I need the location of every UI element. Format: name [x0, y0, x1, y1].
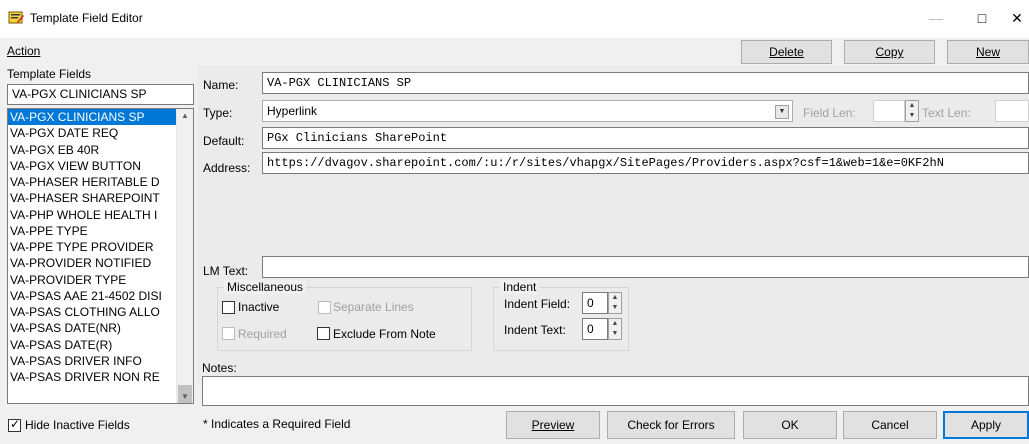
scroll-up-icon[interactable]: ▲ [177, 111, 193, 120]
required-checkbox[interactable] [222, 327, 235, 340]
address-label: Address: [203, 161, 251, 175]
list-item[interactable]: VA-PSAS AAE 21-4502 DISI [8, 288, 176, 304]
name-field[interactable]: VA-PGX CLINICIANS SP [262, 72, 1029, 94]
check-mark-icon: ✓ [10, 417, 21, 431]
minimize-button[interactable]: — [913, 0, 959, 36]
name-label: Name: [203, 78, 239, 92]
lm-text-label: LM Text: [203, 264, 249, 278]
hide-inactive-checkbox[interactable]: ✓ [8, 417, 21, 432]
menu-action[interactable]: Action [7, 44, 40, 58]
list-item[interactable]: VA-PROVIDER NOTIFIED [8, 255, 176, 271]
template-field-editor-window: Template Field Editor — □ ✕ Action Delet… [0, 0, 1029, 444]
list-item[interactable]: VA-PSAS DRIVER INFO [8, 353, 176, 369]
text-len-input[interactable] [995, 100, 1029, 122]
type-value: Hyperlink [267, 104, 318, 118]
list-item[interactable]: VA-PHASER SHAREPOINT [8, 190, 176, 206]
text-len-label: Text Len: [922, 106, 971, 120]
list-item[interactable]: VA-PPE TYPE [8, 223, 176, 239]
chevron-down-icon[interactable]: ▼ [775, 105, 789, 119]
indent-field-label: Indent Field: [504, 297, 571, 311]
list-item[interactable]: VA-PPE TYPE PROVIDER [8, 239, 176, 255]
list-item[interactable]: VA-PGX CLINICIANS SP [8, 109, 176, 126]
cancel-button[interactable]: Cancel [843, 411, 937, 439]
inactive-label: Inactive [238, 300, 280, 314]
default-field[interactable]: PGx Clinicians SharePoint [262, 127, 1029, 149]
type-select[interactable]: Hyperlink ▼ [262, 100, 793, 122]
close-button[interactable]: ✕ [1005, 0, 1029, 36]
required-label: Required [238, 327, 287, 341]
scroll-down-icon[interactable]: ▼ [177, 392, 193, 401]
default-label: Default: [203, 134, 245, 148]
exclude-from-note-label: Exclude From Note [333, 327, 436, 341]
list-item[interactable]: VA-PSAS DATE(R) [8, 337, 176, 353]
window-title: Template Field Editor [30, 11, 143, 25]
apply-button[interactable]: Apply [943, 411, 1029, 439]
template-field-search-input[interactable]: VA-PGX CLINICIANS SP [7, 84, 194, 105]
list-scrollbar[interactable]: ▲ ▼ [176, 109, 193, 403]
title-bar: Template Field Editor — □ ✕ [0, 0, 1029, 38]
template-fields-items: VA-PGX CLINICIANS SP VA-PGX DATE REQ VA-PG… [8, 109, 193, 385]
template-fields-list[interactable]: VA-PGX CLINICIANS SP VA-PGX DATE REQ VA-PG… [7, 108, 194, 404]
list-item[interactable]: VA-PSAS DRIVER NON RE [8, 369, 176, 385]
field-len-input[interactable] [873, 100, 905, 122]
separate-lines-label: Separate Lines [333, 300, 414, 314]
inactive-checkbox[interactable] [222, 301, 235, 314]
list-item[interactable]: VA-PSAS DATE(NR) [8, 320, 176, 336]
miscellaneous-group: Miscellaneous [217, 280, 472, 351]
field-len-label: Field Len: [803, 106, 856, 120]
new-button[interactable]: New [947, 40, 1029, 64]
exclude-from-note-checkbox[interactable] [317, 327, 330, 340]
required-field-note: * Indicates a Required Field [203, 417, 351, 431]
delete-button[interactable]: Delete [741, 40, 832, 64]
template-editor-icon [8, 11, 24, 24]
check-errors-button[interactable]: Check for Errors [607, 411, 735, 439]
list-item[interactable]: VA-PGX EB 40R [8, 142, 176, 158]
template-fields-header: Template Fields [7, 67, 92, 81]
maximize-button[interactable]: □ [959, 0, 1005, 36]
preview-button[interactable]: Preview [506, 411, 600, 439]
hide-inactive-label: Hide Inactive Fields [25, 418, 130, 432]
miscellaneous-label: Miscellaneous [224, 280, 307, 294]
list-item[interactable]: VA-PSAS CLOTHING ALLO [8, 304, 176, 320]
indent-label: Indent [500, 280, 540, 294]
list-item[interactable]: VA-PGX DATE REQ [8, 125, 176, 141]
lm-text-field[interactable] [262, 256, 1029, 278]
notes-field[interactable] [202, 376, 1029, 406]
notes-label: Notes: [202, 361, 237, 375]
list-item[interactable]: VA-PROVIDER TYPE [8, 272, 176, 288]
indent-text-input[interactable]: 0 [582, 318, 608, 340]
ok-button[interactable]: OK [743, 411, 837, 439]
type-label: Type: [203, 106, 233, 120]
address-field[interactable]: https://dvagov.sharepoint.com/:u:/r/site… [262, 152, 1029, 174]
list-item[interactable]: VA-PHP WHOLE HEALTH I [8, 207, 176, 223]
field-len-spinner[interactable]: ▲ ▼ [905, 100, 919, 122]
indent-field-input[interactable]: 0 [582, 292, 608, 314]
indent-text-label: Indent Text: [504, 323, 566, 337]
copy-button[interactable]: Copy [844, 40, 935, 64]
indent-text-spinner[interactable]: ▲ ▼ [608, 318, 622, 340]
list-item[interactable]: VA-PGX VIEW BUTTON [8, 158, 176, 174]
separate-lines-checkbox[interactable] [318, 301, 331, 314]
indent-field-spinner[interactable]: ▲ ▼ [608, 292, 622, 314]
list-item[interactable]: VA-PHASER HERITABLE D [8, 174, 176, 190]
